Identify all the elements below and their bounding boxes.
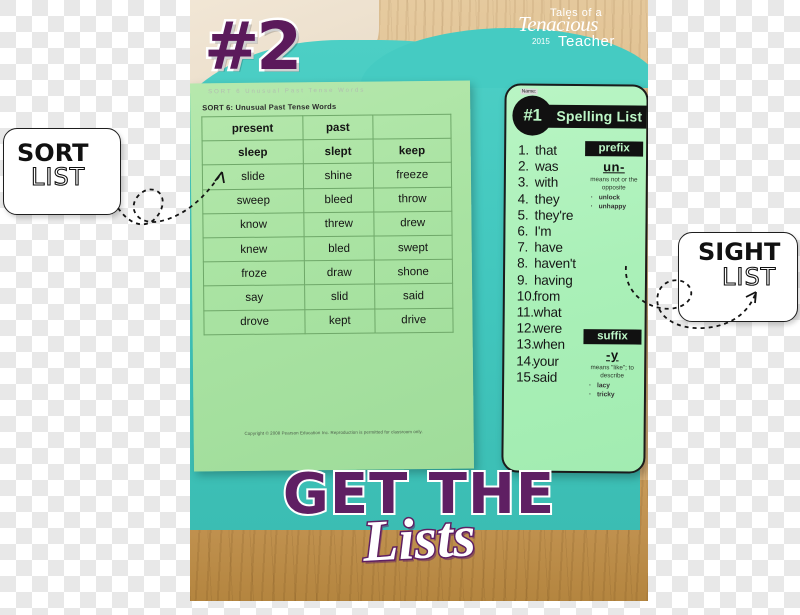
prefix-label: prefix — [585, 141, 644, 157]
table-cell: threw — [304, 211, 374, 237]
table-cell: shine — [303, 163, 374, 189]
sort-sheet-title: SORT 6: Unusual Past Tense Words — [202, 101, 337, 113]
list-item: 4. they — [517, 191, 560, 207]
table-cell: drew — [373, 210, 453, 236]
table-cell: keep — [372, 138, 452, 164]
list-item: 7. have — [517, 239, 563, 256]
table-row: sweep bleed throw — [202, 186, 452, 214]
list-item: 10.from — [516, 288, 561, 304]
logo-year: 2015 — [532, 37, 550, 46]
list-item: 1. that — [518, 142, 557, 158]
table-cell: drove — [203, 309, 306, 335]
step-number-badge: #2 — [201, 6, 304, 88]
table-row: drove kept drive — [203, 307, 454, 335]
column-header — [372, 114, 452, 140]
list-item: 8. haven't — [517, 255, 576, 272]
spelling-card-title: Spelling List — [547, 104, 648, 129]
column-header: past — [303, 115, 373, 140]
table-cell: throw — [373, 186, 452, 212]
table-cell: shone — [373, 259, 453, 285]
prefix-example: · unhappy — [590, 202, 627, 211]
prefix-box: prefix un- means not or the opposite · un… — [585, 141, 644, 212]
pin-image-photo: SORT 6 Unusual Past Tense Words SORT 6: … — [190, 0, 648, 601]
table-cell: sleep — [202, 139, 304, 166]
table-cell: slept — [303, 139, 373, 165]
prefix-morpheme: un- — [603, 159, 625, 175]
table-cell: drive — [374, 307, 454, 333]
suffix-morpheme: -y — [605, 347, 619, 363]
list-item: 15.said — [516, 369, 558, 385]
list-item: 14.your — [516, 353, 559, 369]
list-item: 5. they're — [517, 207, 574, 223]
table-cell: freeze — [372, 162, 452, 188]
table-cell: know — [202, 212, 305, 238]
spelling-card-header: #1 Spelling List — [512, 95, 648, 136]
list-item: 6. I'm — [517, 223, 552, 239]
table-cell: kept — [305, 308, 375, 334]
table-cell: draw — [304, 260, 375, 286]
brand-logo: Tales of a Tenacious 2015 Teacher — [504, 0, 644, 66]
table-cell: sweep — [202, 188, 305, 214]
suffix-box: suffix -y means "like"; to describe · lac… — [583, 329, 642, 400]
name-field-label: Name: — [520, 88, 538, 95]
table-row: sleep slept keep — [202, 138, 452, 166]
table-cell: froze — [203, 260, 305, 287]
spelling-list-card: Name: #1 Spelling List 1. that 2. was 3. wi… — [501, 83, 648, 474]
sort-words-table: present past sleep slept keep slide shin… — [201, 114, 454, 335]
suffix-label: suffix — [583, 329, 642, 345]
callout-sort-list[interactable]: SORT LIST — [3, 128, 121, 215]
column-header: present — [201, 115, 304, 142]
logo-line-2: Tenacious — [518, 12, 598, 36]
spelling-words-list: 1. that 2. was 3. with 4. they 5. they're 6. I… — [516, 142, 577, 386]
table-cell: bled — [304, 235, 374, 261]
table-cell: say — [203, 285, 306, 311]
list-item: 11.what — [516, 304, 562, 320]
copyright-notice: Copyright © 2008 Pearson Education Inc. … — [244, 429, 423, 436]
suffix-meaning: means "like"; to describe — [590, 364, 634, 380]
sort-list-sheet: SORT 6 Unusual Past Tense Words SORT 6: … — [190, 80, 475, 472]
logo-line-3: Teacher — [558, 33, 615, 50]
list-item: 13.when — [516, 336, 565, 353]
table-cell: said — [374, 283, 453, 309]
table-cell: bleed — [303, 187, 374, 213]
list-item: 2. was — [517, 158, 559, 175]
callout-sight-list[interactable]: SIGHT LIST — [678, 232, 798, 322]
table-cell: knew — [203, 236, 305, 262]
table-row: slide shine freeze — [202, 162, 452, 190]
table-row: froze draw shone — [203, 259, 453, 287]
sort-sheet-ghost-header: SORT 6 Unusual Past Tense Words — [208, 87, 366, 96]
list-item: 9. having — [516, 272, 573, 288]
table-header-row: present past — [201, 114, 452, 142]
table-cell: swept — [373, 235, 453, 261]
suffix-example: · tricky — [588, 390, 615, 398]
table-cell: slid — [304, 284, 375, 310]
list-item: 12.were — [516, 320, 563, 337]
callout-sight-subtitle: LIST — [721, 262, 777, 291]
table-row: say slid said — [203, 283, 453, 311]
prefix-meaning: means not or the opposite — [590, 176, 638, 192]
table-cell: slide — [202, 164, 304, 190]
table-row: knew bled swept — [203, 235, 453, 262]
callout-sort-subtitle: LIST — [30, 162, 86, 191]
callout-sight-title: SIGHT — [698, 238, 781, 266]
list-item: 3. with — [517, 174, 559, 191]
list-number-badge: #1 — [512, 95, 553, 136]
headline-script: Lists — [359, 502, 478, 576]
table-row: know threw drew — [202, 210, 453, 238]
